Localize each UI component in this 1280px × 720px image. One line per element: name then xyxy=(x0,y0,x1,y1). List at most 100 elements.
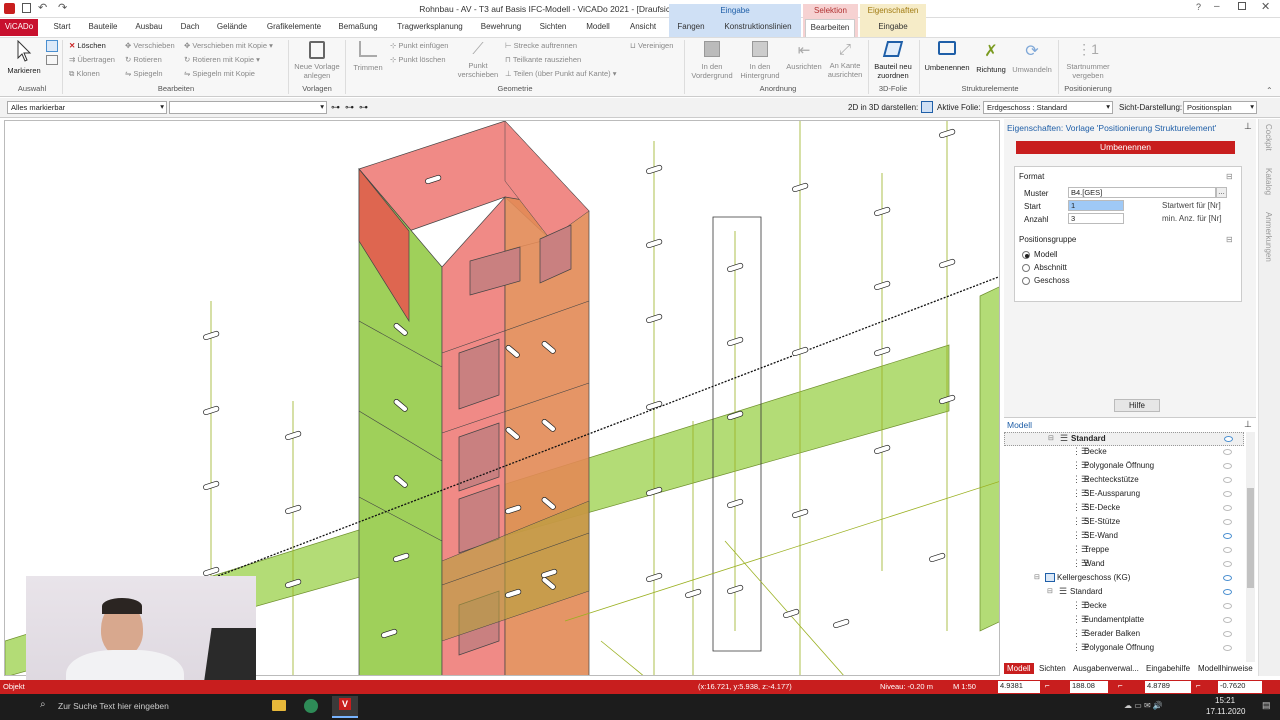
tab-sichten-panel[interactable]: Sichten xyxy=(1036,663,1069,674)
spiegeln-kopie-button[interactable]: ⇋ Spiegeln mit Kopie xyxy=(184,69,255,78)
ellipsis-button[interactable]: … xyxy=(1216,187,1227,198)
eye-icon[interactable] xyxy=(1223,617,1232,623)
sidebar-katalog[interactable]: Katalog xyxy=(1264,168,1273,195)
eye-icon[interactable] xyxy=(1224,436,1233,442)
binoculars-icon[interactable]: ⊶ xyxy=(331,102,340,113)
eye-icon[interactable] xyxy=(1223,533,1232,539)
startnummer-button[interactable]: ⋮1 Startnummer vergeben xyxy=(1060,41,1116,80)
radio-geschoss[interactable] xyxy=(1022,277,1030,285)
collapse-icon[interactable]: ⊟ xyxy=(1226,235,1233,244)
aktive-folie-select[interactable]: Erdgeschoss : Standard ▾ xyxy=(983,101,1113,114)
tree-row[interactable]: ⋮☰ Rechteckstütze xyxy=(1004,474,1244,488)
eye-icon[interactable] xyxy=(1223,491,1232,497)
eye-icon[interactable] xyxy=(1223,505,1232,511)
uebertragen-button[interactable]: ⇉ Übertragen xyxy=(69,55,115,64)
punkt-loeschen-button[interactable]: ⊹ Punkt löschen xyxy=(390,55,446,64)
verschieben-kopie-button[interactable]: ✥ Verschieben mit Kopie ▾ xyxy=(184,41,273,50)
ribbon-collapse-icon[interactable]: ⌃ xyxy=(1266,86,1273,95)
maximize-button[interactable] xyxy=(1238,2,1246,10)
folder-icon[interactable] xyxy=(272,700,286,711)
tab-modell[interactable]: Modell xyxy=(582,22,614,35)
filter-select[interactable]: Alles markierbar ▾ xyxy=(7,101,167,114)
rotieren-button[interactable]: ↻ Rotieren xyxy=(125,55,162,64)
tree-row[interactable]: ⋮☰ Decke xyxy=(1004,600,1244,614)
tab-ansicht[interactable]: Ansicht xyxy=(626,22,660,35)
tab-start[interactable]: Start xyxy=(48,22,76,35)
tree-row[interactable]: ⋮☰ Wand xyxy=(1004,558,1244,572)
tree-row[interactable]: ⋮☰ Fundamentplatte xyxy=(1004,614,1244,628)
binoculars-icon[interactable]: ⊶ xyxy=(359,102,368,113)
tree-row[interactable]: ⋮☰ Polygonale Öffnung xyxy=(1004,460,1244,474)
tab-bewehrung[interactable]: Bewehrung xyxy=(478,22,524,35)
tab-gelaende[interactable]: Gelände xyxy=(214,22,250,35)
eye-icon[interactable] xyxy=(1223,463,1232,469)
hilfe-button[interactable]: Hilfe xyxy=(1114,399,1160,412)
undo-icon[interactable]: ↶ xyxy=(38,1,47,14)
notification-icon[interactable]: ▤ xyxy=(1262,700,1271,711)
app-taskbar-icon[interactable] xyxy=(304,699,318,713)
strecke-auftrennen-button[interactable]: ⊢ Strecke auftrennen xyxy=(505,41,577,50)
tab-vicado[interactable]: ViCADo xyxy=(0,19,38,36)
loeschen-button[interactable]: ✕ Löschen xyxy=(69,41,106,50)
redo-icon[interactable]: ↷ xyxy=(58,1,67,14)
radio-modell[interactable] xyxy=(1022,251,1030,259)
tab-dach[interactable]: Dach xyxy=(177,22,203,35)
eye-icon[interactable] xyxy=(1223,645,1232,651)
sidebar-anmerkungen[interactable]: Anmerkungen xyxy=(1264,212,1273,262)
punkt-verschieben-button[interactable]: ⟋ Punkt verschieben xyxy=(455,41,501,79)
select-filter-icon[interactable] xyxy=(46,55,58,65)
klonen-button[interactable]: ⧉ Klonen xyxy=(69,69,100,79)
search-icon[interactable]: ⌕ xyxy=(40,699,46,710)
hintergrund-button[interactable]: In den Hintergrund xyxy=(738,41,782,80)
2d3d-toggle-icon[interactable] xyxy=(921,101,933,113)
secondary-filter-select[interactable]: ▾ xyxy=(169,101,327,114)
eye-icon[interactable] xyxy=(1223,631,1232,637)
sidebar-cockpit[interactable]: Cockpit xyxy=(1264,124,1273,151)
pin-icon[interactable]: ⊥ xyxy=(1244,419,1252,430)
tab-modell-panel[interactable]: Modell xyxy=(1004,663,1034,674)
rotieren-kopie-button[interactable]: ↻ Rotieren mit Kopie ▾ xyxy=(184,55,260,64)
start-input[interactable]: 1 xyxy=(1068,200,1124,211)
tree-row[interactable]: ⋮☰ Gerader Balken xyxy=(1004,628,1244,642)
verschieben-button[interactable]: ✥ Verschieben xyxy=(125,41,175,50)
eye-icon[interactable] xyxy=(1223,589,1232,595)
tab-modellhinweise[interactable]: Modellhinweise xyxy=(1195,663,1256,674)
tab-ausbau[interactable]: Ausbau xyxy=(132,22,166,35)
tab-bearbeiten[interactable]: Bearbeiten xyxy=(805,19,855,38)
minimize-button[interactable]: – xyxy=(1214,1,1220,12)
status-field-1[interactable]: 4.9381 xyxy=(998,681,1040,693)
tab-ausgabenverwaltung[interactable]: Ausgabenverwal... xyxy=(1070,663,1142,674)
eye-icon[interactable] xyxy=(1223,575,1232,581)
status-field-3[interactable]: 4.8789 xyxy=(1145,681,1191,693)
tree-row[interactable]: ⋮☰ SE-Wand xyxy=(1004,530,1244,544)
umbenennen-button[interactable]: Umbenennen xyxy=(922,41,972,72)
umwandeln-button[interactable]: ⟳ Umwandeln xyxy=(1010,41,1054,74)
tab-sichten[interactable]: Sichten xyxy=(536,22,570,35)
trimmen-button[interactable]: Trimmen xyxy=(350,41,386,72)
eye-icon[interactable] xyxy=(1223,547,1232,553)
collapse-icon[interactable]: ⊟ xyxy=(1034,573,1040,581)
tree-row[interactable]: ⋮☰ SE-Aussparung xyxy=(1004,488,1244,502)
collapse-icon[interactable]: ⊟ xyxy=(1048,434,1054,442)
tab-bemassung[interactable]: Bemaßung xyxy=(336,22,380,35)
taskbar-search[interactable]: Zur Suche Text hier eingeben xyxy=(58,701,169,711)
vicado-taskbar-icon[interactable]: V xyxy=(332,696,358,718)
pin-icon[interactable]: ⊥ xyxy=(1244,121,1252,132)
tab-tragwerksplanung[interactable]: Tragwerksplanung xyxy=(394,22,466,35)
eye-icon[interactable] xyxy=(1223,603,1232,609)
tree-row[interactable]: ⊟ ☰ Standard xyxy=(1004,432,1244,446)
status-field-4[interactable]: -0.7620 xyxy=(1218,681,1262,693)
eye-icon[interactable] xyxy=(1223,519,1232,525)
collapse-icon[interactable]: ⊟ xyxy=(1226,172,1233,181)
tree-scrollbar[interactable] xyxy=(1246,432,1255,662)
tree-row[interactable]: ⋮☰ SE-Decke xyxy=(1004,502,1244,516)
eye-icon[interactable] xyxy=(1223,477,1232,483)
close-button[interactable]: ✕ xyxy=(1261,0,1270,13)
scrollbar-thumb[interactable] xyxy=(1247,488,1254,588)
vereinigen-button[interactable]: ⊔ Vereinigen xyxy=(630,41,673,50)
muster-input[interactable]: B4.[GES] xyxy=(1068,187,1216,198)
tab-konstruktionslinien[interactable]: Konstruktionslinien xyxy=(720,22,796,35)
an-kante-button[interactable]: ⤢ An Kante ausrichten xyxy=(825,41,865,79)
tab-eingabehilfe[interactable]: Eingabehilfe xyxy=(1143,663,1193,674)
tab-fangen[interactable]: Fangen xyxy=(673,22,709,35)
